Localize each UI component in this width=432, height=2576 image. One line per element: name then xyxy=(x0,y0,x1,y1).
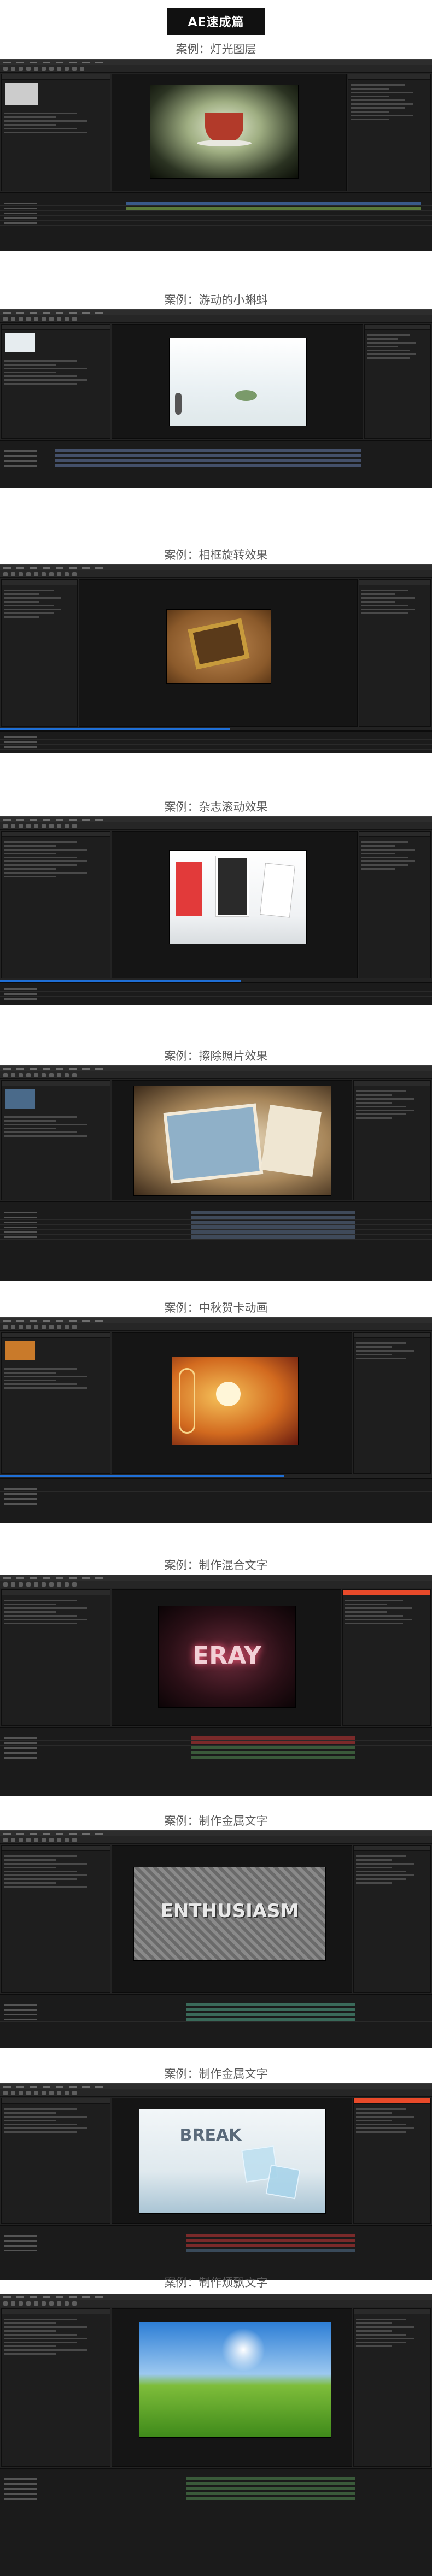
case-title-8: 案例：制作金属文字 xyxy=(164,1814,268,1828)
tool-bar xyxy=(0,1581,432,1588)
project-panel xyxy=(1,2098,110,2224)
frame-photo-frame xyxy=(167,610,271,683)
tool-bar xyxy=(0,822,432,830)
screenshot-7: ERAY xyxy=(0,1575,432,1796)
screenshot-3 xyxy=(0,564,432,753)
screenshot-6 xyxy=(0,1317,432,1523)
menu-bar xyxy=(0,2294,432,2300)
screenshot-1 xyxy=(0,59,432,251)
project-panel xyxy=(1,324,110,439)
tool-bar xyxy=(0,2089,432,2097)
timeline-panel xyxy=(0,1478,432,1523)
screenshot-4 xyxy=(0,816,432,1005)
case-title-10: 案例：制作烦飘文字 xyxy=(164,2276,268,2289)
timeline-panel xyxy=(0,440,432,488)
menu-bar xyxy=(0,2084,432,2089)
screenshot-2 xyxy=(0,309,432,488)
menu-bar xyxy=(0,1318,432,1323)
timeline-panel xyxy=(0,1727,432,1796)
tool-bar xyxy=(0,1071,432,1079)
case-title-6: 案例：中秋贺卡动画 xyxy=(164,1301,268,1314)
timeline-panel xyxy=(0,2225,432,2280)
tool-bar xyxy=(0,1836,432,1844)
effects-panel xyxy=(353,2308,431,2467)
screenshot-5 xyxy=(0,1065,432,1281)
project-panel xyxy=(1,1845,110,1993)
menu-bar xyxy=(0,1831,432,1836)
page: { "header": {"badge": "AE速成篇"}, "cases":… xyxy=(0,0,432,2576)
menu-bar xyxy=(0,817,432,822)
project-panel xyxy=(1,74,110,191)
tool-bar xyxy=(0,315,432,323)
project-panel xyxy=(1,2308,110,2467)
frame-photo-erase xyxy=(134,1086,331,1195)
project-panel xyxy=(1,1080,110,1200)
enthusiasm-text: ENTHUSIASM xyxy=(160,1900,299,1922)
frame-grass-sky xyxy=(139,2322,331,2437)
effects-panel xyxy=(353,1845,431,1993)
frame-enthusiasm: ENTHUSIASM xyxy=(134,1867,325,1960)
frame-moon-card xyxy=(172,1357,298,1445)
project-panel xyxy=(1,831,110,978)
effects-panel xyxy=(342,1589,431,1726)
effects-panel xyxy=(353,1080,431,1200)
tool-bar xyxy=(0,65,432,73)
case-title-1: 案例：灯光图层 xyxy=(176,43,256,56)
effects-panel xyxy=(353,1332,431,1474)
effects-panel xyxy=(353,2098,431,2224)
effects-panel xyxy=(364,324,431,439)
composition-viewer: ENTHUSIASM xyxy=(112,1845,352,1993)
screenshot-10 xyxy=(0,2294,432,2576)
case-title-5: 案例：擦除照片效果 xyxy=(164,1050,268,1063)
composition-viewer xyxy=(112,1080,352,1200)
project-panel xyxy=(1,579,78,727)
screenshot-8: ENTHUSIASM xyxy=(0,1830,432,2048)
frame-eray: ERAY xyxy=(159,1606,295,1707)
section-badge: AE速成篇 xyxy=(167,8,265,35)
timeline-panel xyxy=(0,2468,432,2576)
case-title-3: 案例：相框旋转效果 xyxy=(164,549,268,562)
case-title-2: 案例：游动的小蝌蚪 xyxy=(164,293,268,306)
menu-bar xyxy=(0,60,432,65)
project-panel xyxy=(1,1332,110,1474)
screenshot-9: BREAK xyxy=(0,2083,432,2280)
progress-bar xyxy=(0,980,241,982)
composition-viewer: ERAY xyxy=(112,1589,341,1726)
case-title-7: 案例：制作混合文字 xyxy=(164,1559,268,1572)
frame-cup-light xyxy=(150,85,298,178)
case-title-9: 案例：制作金属文字 xyxy=(164,2067,268,2080)
tool-bar xyxy=(0,1323,432,1331)
timeline-panel xyxy=(0,192,432,251)
progress-bar xyxy=(0,1475,284,1477)
project-panel xyxy=(1,1589,110,1726)
frame-break: BREAK xyxy=(139,2109,325,2213)
menu-bar xyxy=(0,565,432,570)
menu-bar xyxy=(0,1066,432,1071)
timeline-panel xyxy=(0,730,432,753)
composition-viewer xyxy=(112,2308,352,2467)
frame-tadpole xyxy=(170,338,306,426)
tool-bar xyxy=(0,2300,432,2307)
eray-text: ERAY xyxy=(192,1642,261,1670)
menu-bar xyxy=(0,1575,432,1581)
effects-panel xyxy=(359,579,431,727)
composition-viewer xyxy=(112,831,358,978)
composition-viewer xyxy=(112,1332,352,1474)
composition-viewer xyxy=(112,74,347,191)
timeline-panel xyxy=(0,1994,432,2048)
menu-bar xyxy=(0,310,432,315)
frame-magazine xyxy=(170,851,306,944)
composition-viewer: BREAK xyxy=(112,2098,352,2224)
effects-panel xyxy=(348,74,431,191)
effects-panel xyxy=(359,831,431,978)
composition-viewer xyxy=(112,324,363,439)
composition-viewer xyxy=(79,579,358,727)
tool-bar xyxy=(0,570,432,578)
break-text: BREAK xyxy=(179,2126,242,2145)
timeline-panel xyxy=(0,1201,432,1281)
case-title-4: 案例：杂志滚动效果 xyxy=(164,800,268,814)
timeline-panel xyxy=(0,982,432,1005)
progress-bar xyxy=(0,728,230,730)
